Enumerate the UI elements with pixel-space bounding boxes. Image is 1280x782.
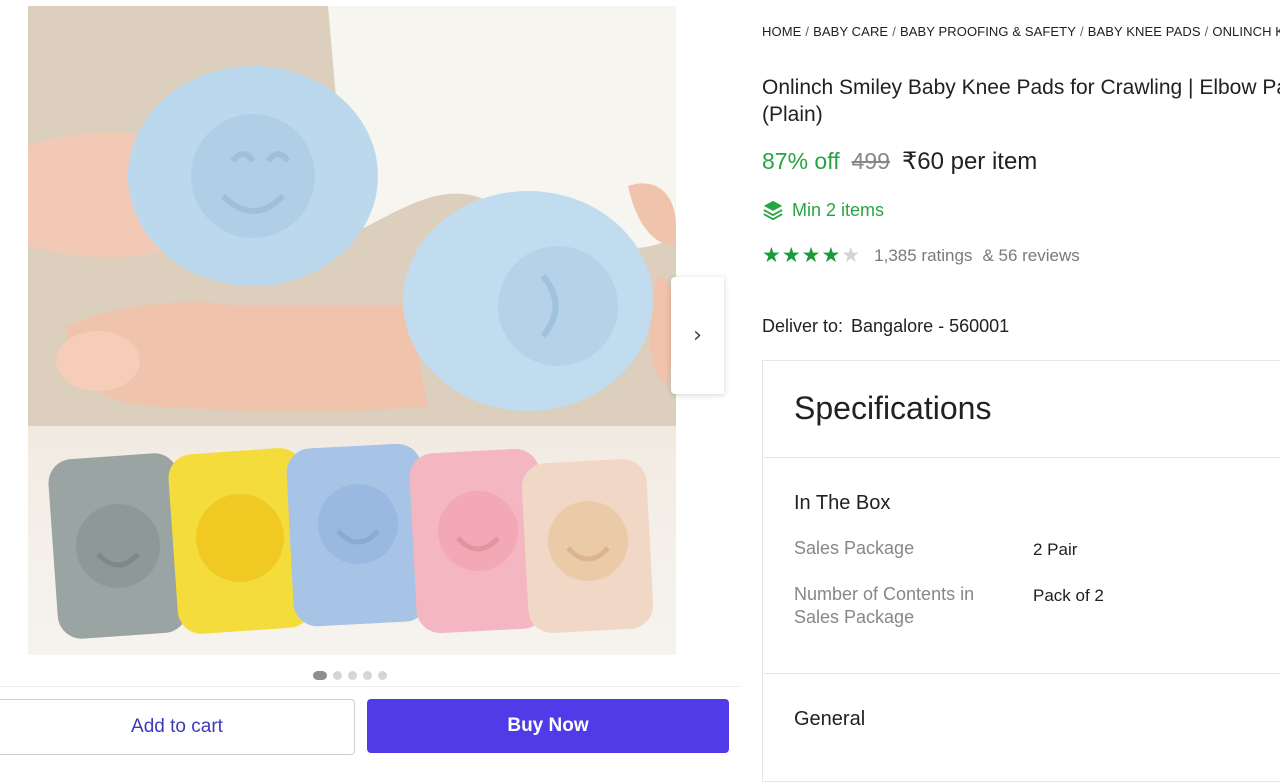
pagination-dot[interactable]: [363, 671, 372, 680]
min-order: Min 2 items: [762, 199, 884, 221]
product-image[interactable]: [28, 6, 676, 655]
breadcrumb-baby-proofing[interactable]: BABY PROOFING & SAFETY: [900, 24, 1076, 39]
star-icon: ★: [781, 243, 801, 267]
chevron-right-icon: ›: [693, 322, 702, 348]
star-icon: ★: [762, 243, 781, 267]
pagination-dot[interactable]: [378, 671, 387, 680]
star-icon: ★: [841, 243, 861, 267]
specifications-title: Specifications: [794, 390, 992, 426]
spec-value: Pack of 2: [1033, 586, 1104, 605]
divider: [763, 457, 1280, 458]
reviews-count: & 56 reviews: [982, 245, 1080, 265]
selling-price: ₹60 per item: [901, 148, 1038, 175]
breadcrumb-home[interactable]: HOME: [762, 24, 801, 39]
breadcrumb-baby-knee-pads[interactable]: BABY KNEE PADS: [1088, 24, 1201, 39]
divider: [763, 673, 1280, 674]
breadcrumb: HOME / BABY CARE / BABY PROOFING & SAFETY / BA…: [762, 24, 1280, 39]
layers-icon: [763, 200, 783, 221]
pagination-dot[interactable]: [313, 671, 327, 680]
product-photo-illustration: [28, 6, 676, 639]
spec-label: Sales Package: [794, 538, 915, 558]
deliver-pincode: Bangalore - 560001: [851, 316, 1010, 336]
star-icon: ★: [801, 243, 821, 267]
pagination-dot[interactable]: [333, 671, 342, 680]
spec-group-title: General: [794, 708, 866, 730]
spec-value: 2 Pair: [1033, 540, 1078, 559]
pagination-dot[interactable]: [348, 671, 357, 680]
min-order-label: Min 2 items: [792, 199, 885, 220]
price-row: 87% off 499 ₹60 per item: [762, 147, 1037, 176]
spec-label: Number of Contents in Sales Package: [794, 584, 975, 627]
original-price: 499: [851, 148, 890, 174]
ratings-count: 1,385 ratings: [874, 245, 973, 265]
star-icon: ★: [821, 243, 841, 267]
breadcrumb-baby-care[interactable]: BABY CARE: [813, 24, 888, 39]
deliver-label: Deliver to:: [762, 316, 844, 336]
add-to-cart-button[interactable]: Add to cart: [0, 699, 355, 755]
spec-group-title: In The Box: [794, 492, 891, 514]
discount-badge: 87% off: [762, 148, 840, 174]
rating-row[interactable]: ★ ★ ★ ★ ★ 1,385 ratings & 56 reviews: [762, 245, 1080, 266]
product-title: Onlinch Smiley Baby Knee Pads for Crawli…: [762, 76, 1280, 126]
breadcrumb-product[interactable]: ONLINCH K: [1212, 24, 1280, 39]
star-rating: ★ ★ ★ ★ ★: [762, 245, 860, 266]
image-pagination: [313, 671, 387, 680]
delivery-location[interactable]: Deliver to: Bangalore - 560001: [762, 316, 1009, 337]
next-image-button[interactable]: ›: [671, 277, 724, 394]
buy-now-button[interactable]: Buy Now: [367, 699, 729, 753]
